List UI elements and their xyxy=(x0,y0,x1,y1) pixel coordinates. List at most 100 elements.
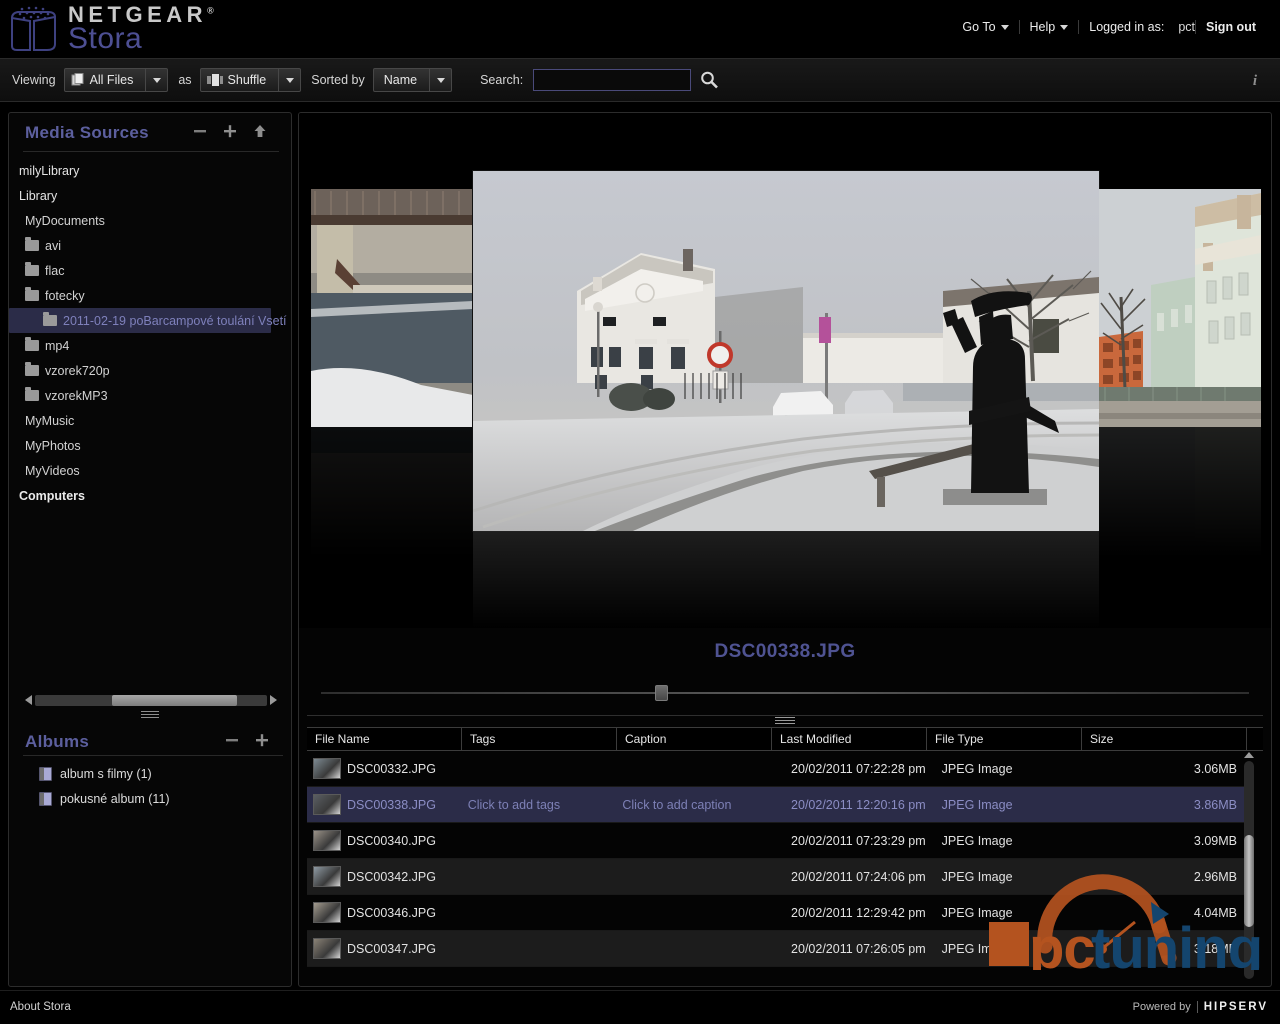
minus-icon[interactable] xyxy=(193,124,207,143)
chevron-down-icon xyxy=(1060,25,1069,31)
scroll-right-icon[interactable] xyxy=(270,695,277,705)
info-icon[interactable]: i xyxy=(1244,71,1266,91)
tree-item[interactable]: mp4 xyxy=(9,333,291,358)
hipserv-logo: HIPSERV xyxy=(1203,1001,1268,1013)
search-label: Search: xyxy=(480,73,524,87)
left-sidebar: Media Sources milyLibrary Library MyDocume… xyxy=(8,112,292,987)
divider xyxy=(307,715,1263,716)
album-list-item[interactable]: pokusné album (11) xyxy=(9,786,293,811)
sort-value: Name xyxy=(383,73,418,87)
file-list-vertical-scrollbar[interactable] xyxy=(1243,751,1255,979)
tree-item[interactable]: Library xyxy=(9,183,291,208)
column-header[interactable]: File Name xyxy=(307,728,462,750)
shuffle-view-icon xyxy=(206,74,223,86)
view-mode-dropdown[interactable]: Shuffle xyxy=(199,68,302,92)
coverflow-photo-previous-reflection xyxy=(311,427,473,557)
scroll-up-icon[interactable] xyxy=(1244,752,1254,758)
table-row[interactable]: DSC00332.JPG 20/02/2011 07:22:28 pm JPEG I… xyxy=(307,751,1245,787)
about-stora-link[interactable]: About Stora xyxy=(10,1001,71,1013)
coverflow-photo-current[interactable] xyxy=(473,171,1099,531)
viewer-resize-grip[interactable] xyxy=(775,717,795,725)
coverflow-photo-previous[interactable] xyxy=(311,189,473,427)
viewing-filter-value: All Files xyxy=(89,73,134,87)
chevron-down-icon[interactable] xyxy=(429,69,451,91)
cell-file-type: JPEG Image xyxy=(941,761,1013,776)
minus-icon[interactable] xyxy=(225,733,239,752)
help-menu[interactable]: Help xyxy=(1020,20,1079,34)
search-input[interactable] xyxy=(533,69,692,91)
sign-out-link[interactable]: Sign out xyxy=(1196,20,1266,34)
search-icon[interactable] xyxy=(699,70,719,90)
scroll-thumb[interactable] xyxy=(1244,835,1254,927)
cell-last-modified: 20/02/2011 07:22:28 pm xyxy=(791,761,926,776)
cell-file-name: DSC00342.JPG xyxy=(347,869,436,884)
tree-item[interactable]: vzorekMP3 xyxy=(9,383,291,408)
all-files-icon xyxy=(71,73,85,87)
plus-icon[interactable] xyxy=(255,733,269,752)
scroll-thumb[interactable] xyxy=(111,694,237,706)
brand-logo: NETGEAR® Stora xyxy=(8,4,214,54)
tree-item-label: Library xyxy=(19,188,58,203)
album-label: pokusné album (11) xyxy=(60,791,170,806)
cell-size: 4.04MB xyxy=(1193,905,1237,920)
tree-item[interactable]: 2011-02-19 poBarcampové toulání Vsetí xyxy=(9,308,287,333)
coverflow-photo-next[interactable] xyxy=(1099,189,1261,427)
scroll-track[interactable] xyxy=(35,694,267,706)
tree-item[interactable]: MyDocuments xyxy=(9,208,291,233)
table-row[interactable]: DSC00342.JPG 20/02/2011 07:24:06 pm JPEG I… xyxy=(307,859,1245,895)
chevron-down-icon[interactable] xyxy=(278,69,300,91)
cell-last-modified: 20/02/2011 07:24:06 pm xyxy=(791,869,926,884)
folder-icon xyxy=(25,262,39,276)
chevron-down-icon xyxy=(1000,25,1009,31)
tree-item[interactable]: MyVideos xyxy=(9,458,291,483)
upload-arrow-icon[interactable] xyxy=(253,124,267,143)
cell-caption[interactable]: Click to add caption xyxy=(622,798,777,812)
file-thumbnail xyxy=(313,830,341,851)
cell-file-type: JPEG Image xyxy=(941,941,1013,956)
viewing-filter-dropdown[interactable]: All Files xyxy=(63,68,169,92)
tree-item[interactable]: milyLibrary xyxy=(9,158,291,183)
tree-item[interactable]: Computers xyxy=(9,483,291,508)
table-body[interactable]: DSC00332.JPG 20/02/2011 07:22:28 pm JPEG I… xyxy=(307,751,1245,979)
column-header[interactable]: Tags xyxy=(462,728,617,750)
tree-item-label: 2011-02-19 poBarcampové toulání Vsetí xyxy=(63,313,287,328)
coverflow-viewer[interactable] xyxy=(299,113,1271,628)
coverflow-slider[interactable] xyxy=(321,685,1249,701)
app-header: NETGEAR® Stora Go To Help Logged in as: … xyxy=(0,0,1280,58)
chevron-down-icon[interactable] xyxy=(145,69,167,91)
column-header[interactable]: File Type xyxy=(927,728,1082,750)
sort-dropdown[interactable]: Name xyxy=(372,68,453,92)
slider-thumb[interactable] xyxy=(655,685,669,701)
table-row[interactable]: DSC00346.JPG 20/02/2011 12:29:42 pm JPEG I… xyxy=(307,895,1245,931)
tree-item[interactable]: MyMusic xyxy=(9,408,291,433)
table-row[interactable]: DSC00338.JPG Click to add tags Click to ad… xyxy=(307,787,1245,823)
tree-item[interactable]: avi xyxy=(9,233,291,258)
folder-icon xyxy=(25,362,39,376)
goto-menu[interactable]: Go To xyxy=(952,20,1018,34)
album-list-item[interactable]: album s filmy (1) xyxy=(9,761,293,786)
scroll-track[interactable] xyxy=(1244,761,1254,979)
tree-item[interactable]: fotecky xyxy=(9,283,291,308)
tree-horizontal-scrollbar[interactable] xyxy=(25,693,277,707)
tree-item[interactable]: MyPhotos xyxy=(9,433,291,458)
column-header[interactable]: Caption xyxy=(617,728,772,750)
table-row[interactable]: DSC00340.JPG 20/02/2011 07:23:29 pm JPEG I… xyxy=(307,823,1245,859)
cell-tags[interactable]: Click to add tags xyxy=(468,798,623,812)
column-header[interactable]: Size xyxy=(1082,728,1247,750)
column-header[interactable]: Last Modified xyxy=(772,728,927,750)
media-sources-tree[interactable]: milyLibrary Library MyDocuments avi flac fote… xyxy=(9,152,291,592)
albums-list[interactable]: album s filmy (1) pokusné album (11) xyxy=(9,761,293,811)
netgear-cube-icon xyxy=(8,4,60,54)
album-icon xyxy=(39,791,52,806)
slider-track[interactable] xyxy=(321,692,1249,694)
panel-resize-grip[interactable] xyxy=(141,711,159,718)
tree-item[interactable]: flac xyxy=(9,258,291,283)
coverflow-photo-next-reflection xyxy=(1099,427,1261,557)
tree-item-label: Computers xyxy=(19,488,85,503)
table-row[interactable]: DSC00347.JPG 20/02/2011 07:26:05 pm JPEG I… xyxy=(307,931,1245,967)
scroll-left-icon[interactable] xyxy=(25,695,32,705)
plus-icon[interactable] xyxy=(223,124,237,143)
tree-item[interactable]: vzorek720p xyxy=(9,358,291,383)
folder-icon xyxy=(25,337,39,351)
tree-item-label: vzorek720p xyxy=(45,363,110,378)
